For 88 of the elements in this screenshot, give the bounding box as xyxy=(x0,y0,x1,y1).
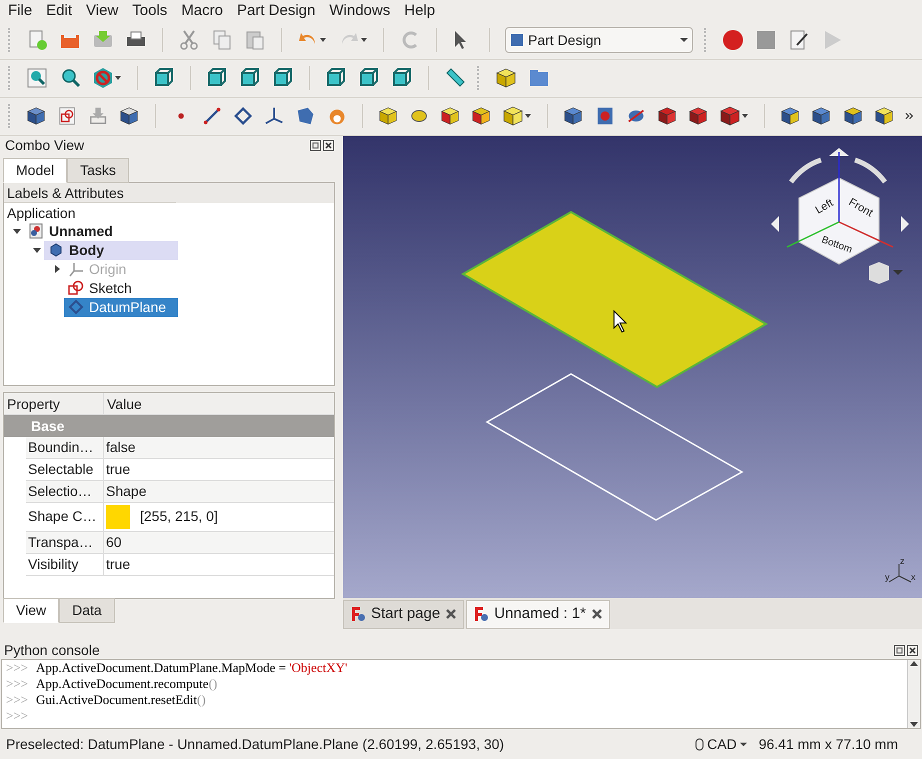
plane-icon xyxy=(68,299,84,316)
column-header: Value xyxy=(106,394,143,414)
workbench-dropdown[interactable]: Part Design xyxy=(505,27,693,54)
multi-transform-icon[interactable] xyxy=(874,105,894,128)
mirrored-icon[interactable] xyxy=(780,105,800,128)
panel-title: Python console xyxy=(4,640,100,660)
mouse-cursor-icon xyxy=(614,309,628,332)
close-icon[interactable] xyxy=(907,644,918,656)
property-value[interactable]: 60 xyxy=(106,532,122,553)
menu-item[interactable]: Edit xyxy=(46,0,72,22)
navigation-style-button[interactable]: CAD xyxy=(695,734,747,755)
property-name: Transpa… xyxy=(26,532,104,553)
pad-icon[interactable] xyxy=(378,105,398,128)
axis-indicator-drawing: z y x xyxy=(885,556,919,586)
property-value[interactable]: true xyxy=(106,554,130,575)
tree-item[interactable]: Sketch xyxy=(64,278,178,298)
close-icon[interactable] xyxy=(590,608,603,620)
sketch-icon[interactable] xyxy=(57,105,78,128)
tree-item[interactable]: Unnamed xyxy=(24,222,178,241)
property-name: Boundin… xyxy=(26,436,104,458)
record-icon[interactable] xyxy=(722,29,744,52)
column-header: Labels & Attributes xyxy=(4,182,176,203)
subtractive-loft-icon[interactable] xyxy=(656,105,678,128)
collapse-arrow-icon[interactable] xyxy=(13,227,21,236)
property-value[interactable]: [255, 215, 0] xyxy=(140,506,218,528)
polar-pattern-icon[interactable] xyxy=(842,105,863,128)
tree-item[interactable]: DatumPlane xyxy=(64,298,178,317)
float-icon[interactable] xyxy=(310,140,321,152)
tab[interactable]: Tasks xyxy=(67,158,129,183)
body-icon xyxy=(48,242,64,258)
additive-primitive-icon[interactable] xyxy=(502,105,524,128)
menu-item[interactable]: Windows xyxy=(329,0,390,22)
datum-plane[interactable] xyxy=(461,210,768,388)
menu-item[interactable]: View xyxy=(86,0,118,22)
property-name: Visibility xyxy=(26,554,104,575)
panel-title: Combo View xyxy=(5,136,84,156)
freecad-icon xyxy=(473,606,490,622)
additive-pipe-icon[interactable] xyxy=(471,105,492,128)
sketch-outline[interactable] xyxy=(486,372,744,520)
collapse-arrow-icon[interactable] xyxy=(33,246,41,254)
scroll-up-icon[interactable] xyxy=(910,660,918,668)
column-header: Property xyxy=(4,392,104,414)
plane-icon[interactable] xyxy=(232,105,254,128)
fit-all-icon[interactable] xyxy=(26,67,48,90)
close-icon[interactable] xyxy=(323,140,334,152)
freecad-icon xyxy=(350,606,366,622)
close-icon[interactable] xyxy=(445,608,458,620)
document-tab[interactable]: Unnamed : 1* xyxy=(466,600,610,629)
property-name: Selectable xyxy=(26,458,104,480)
menu-item[interactable]: Help xyxy=(404,0,436,22)
document-tab[interactable]: Start page xyxy=(343,600,464,629)
ruler-icon[interactable] xyxy=(444,67,466,90)
linear-pattern-icon[interactable] xyxy=(811,105,832,128)
tab[interactable]: Data xyxy=(59,598,115,623)
status-message: Preselected: DatumPlane - Unnamed.DatumPlane.Plane (2.60199, 2.65193, 30) xyxy=(6,734,506,754)
tab[interactable]: Model xyxy=(3,158,68,183)
menu-item[interactable]: Part Design xyxy=(237,0,316,22)
sketch-icon xyxy=(68,280,84,296)
axes-icon xyxy=(68,261,84,278)
property-name: Selectio… xyxy=(26,480,104,502)
property-name: Shape C… xyxy=(26,502,104,531)
pocket-icon[interactable] xyxy=(563,105,584,128)
edit-macro-icon[interactable] xyxy=(788,29,810,52)
clone-icon[interactable] xyxy=(119,105,140,128)
subtractive-pipe-icon[interactable] xyxy=(688,105,708,128)
dimensions-label: 96.41 mm x 77.10 mm xyxy=(758,734,898,754)
menu-item[interactable]: Macro xyxy=(181,0,223,22)
subtractive-primitive-icon[interactable] xyxy=(719,105,742,128)
tree-item[interactable]: Body xyxy=(44,240,178,260)
document-icon xyxy=(28,223,44,240)
group-row: Base xyxy=(4,414,334,437)
float-icon[interactable] xyxy=(894,644,905,656)
menu-item[interactable]: Tools xyxy=(132,0,168,22)
additive-loft-icon[interactable] xyxy=(440,105,460,128)
caret-icon xyxy=(680,36,688,44)
mouse-icon xyxy=(695,738,704,751)
property-value[interactable]: true xyxy=(106,458,130,480)
caret-icon xyxy=(740,740,747,748)
tab[interactable]: View xyxy=(3,598,60,623)
property-value[interactable]: false xyxy=(106,436,136,458)
property-value[interactable]: Shape xyxy=(106,480,146,502)
body-icon[interactable] xyxy=(26,105,46,128)
menu-item[interactable]: File xyxy=(8,0,32,22)
scroll-down-icon[interactable] xyxy=(910,720,918,728)
tree-item[interactable]: Application xyxy=(4,202,334,222)
scrollbar[interactable] xyxy=(907,660,920,728)
color-swatch[interactable] xyxy=(106,504,130,529)
draw-style-icon[interactable] xyxy=(92,67,114,90)
